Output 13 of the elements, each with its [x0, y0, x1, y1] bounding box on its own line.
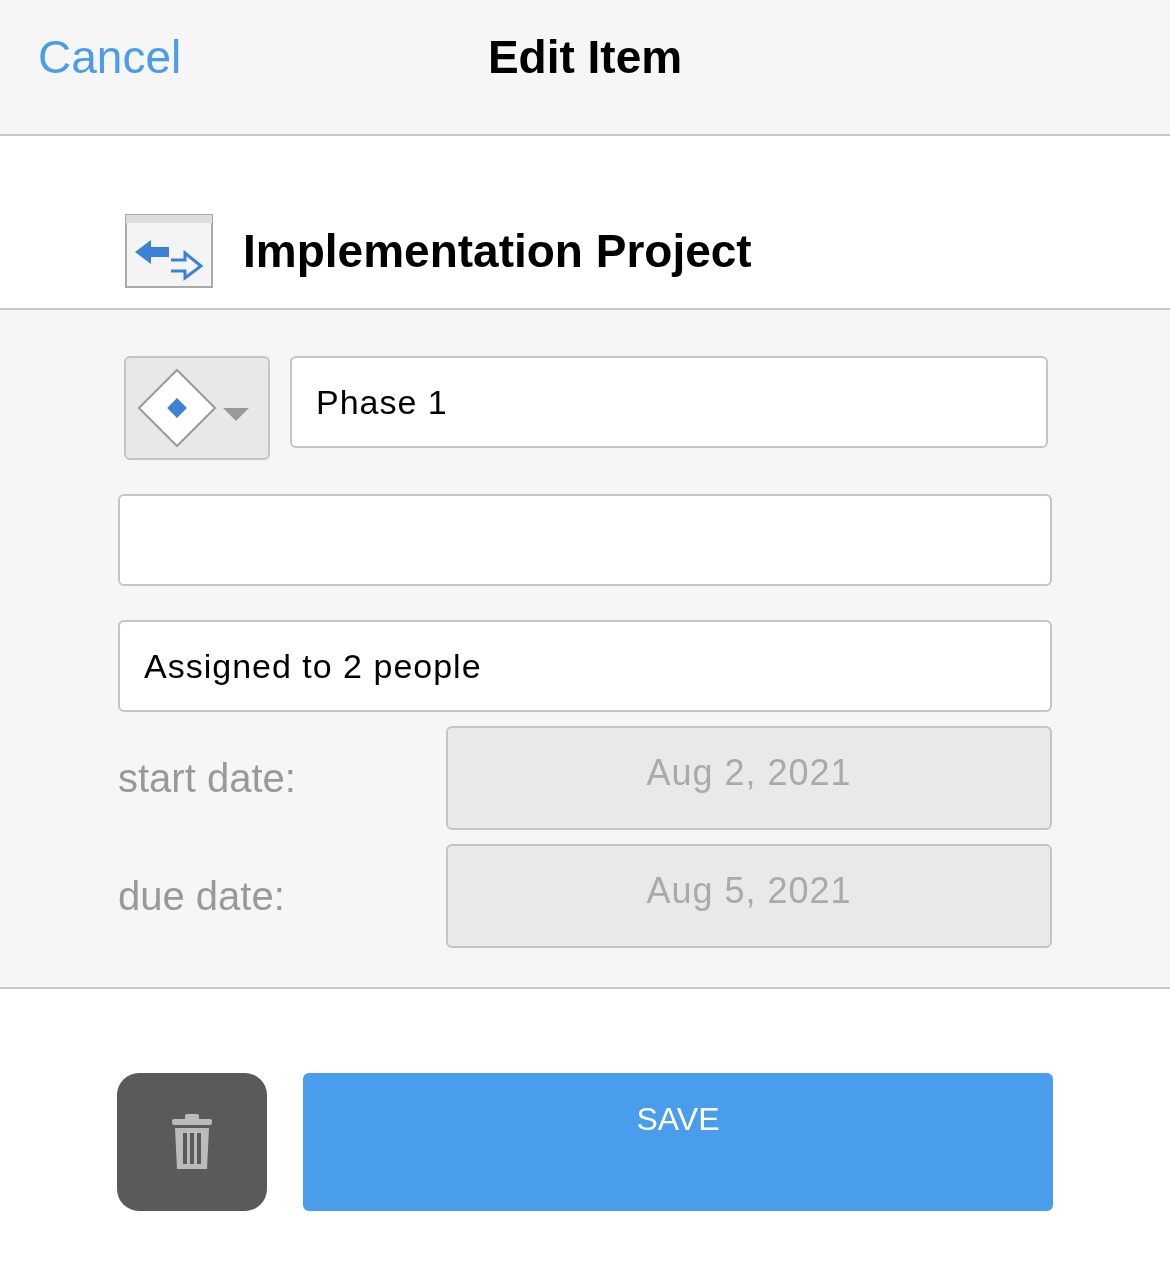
item-type-dropdown[interactable] [124, 356, 270, 460]
cancel-link[interactable]: Cancel [38, 30, 182, 84]
trash-icon [170, 1113, 214, 1171]
date-label: start date: [118, 755, 297, 801]
description-field[interactable] [118, 494, 1052, 586]
screen-title: Edit Item [487, 31, 683, 83]
project-window-icon [125, 214, 213, 288]
assignee-field[interactable]: Assigned to 2 people [118, 620, 1052, 712]
item-name-field[interactable]: Phase 1 [290, 356, 1048, 448]
project-name: Implementation Project [243, 224, 752, 279]
save-button[interactable]: SAVE [303, 1073, 1053, 1211]
date-label: due date: [118, 873, 286, 919]
delete-button[interactable] [117, 1073, 267, 1211]
